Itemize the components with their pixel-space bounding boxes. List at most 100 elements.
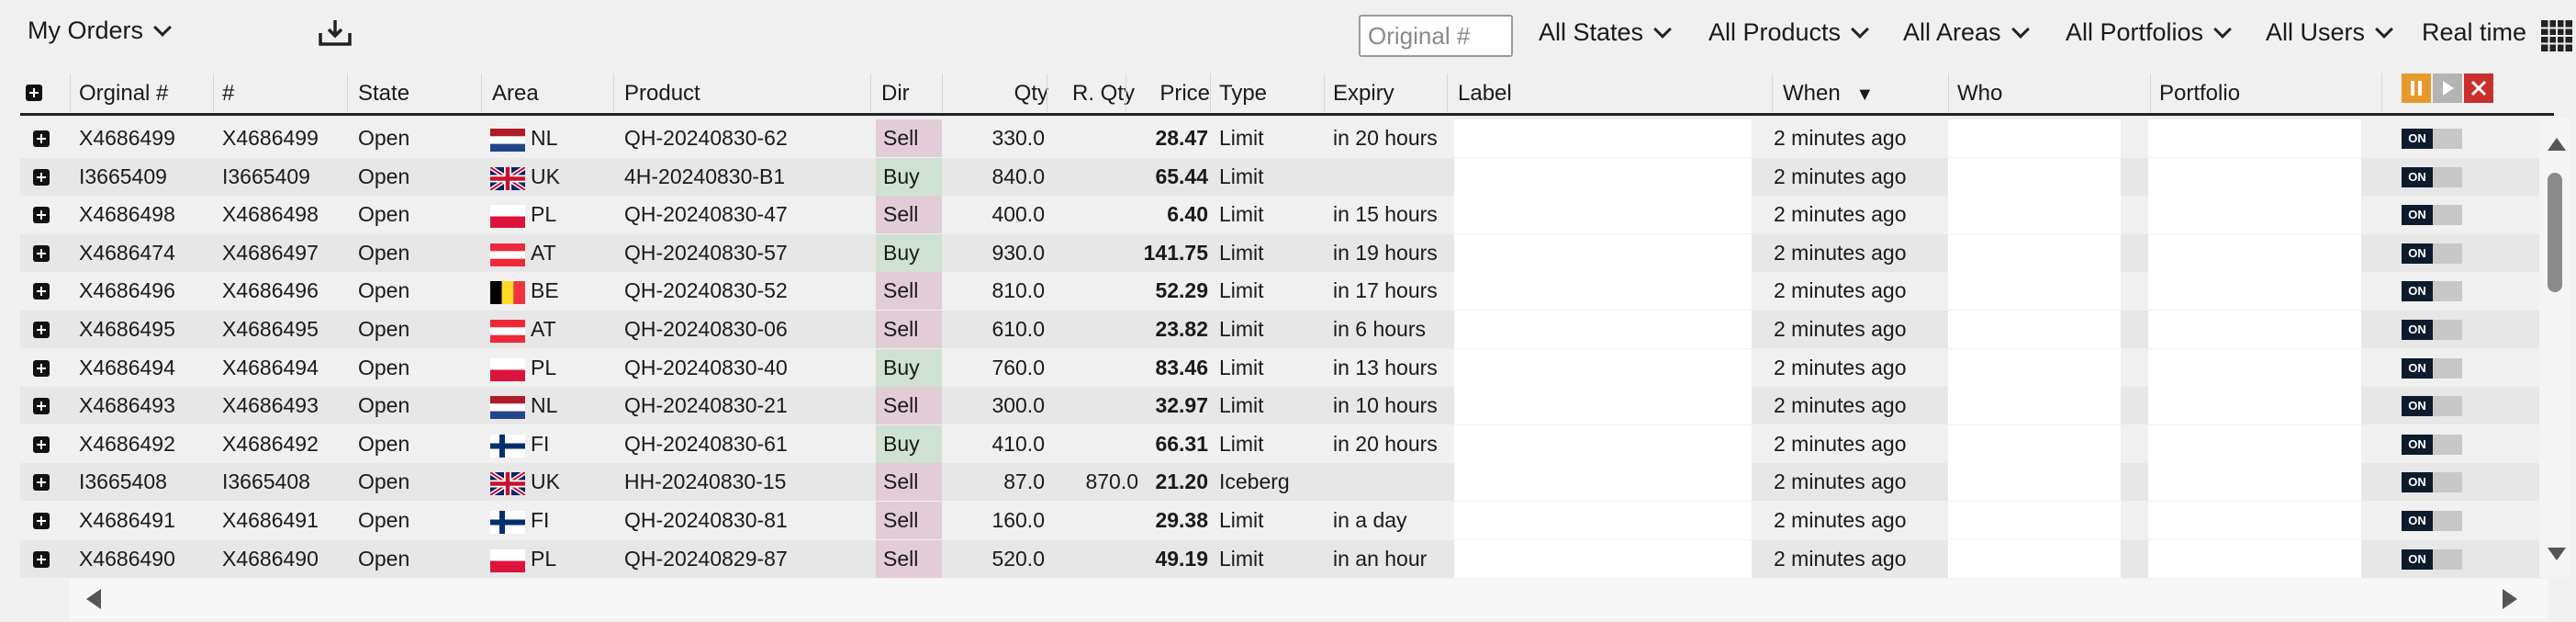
cell-who[interactable] (1948, 196, 2121, 233)
cell-who[interactable] (1948, 311, 2121, 348)
cell-who[interactable] (1948, 349, 2121, 387)
cell-who[interactable] (1948, 463, 2121, 501)
cell-portfolio[interactable] (2148, 502, 2361, 539)
expand-row-icon[interactable] (33, 130, 50, 147)
expand-row-icon[interactable] (33, 360, 50, 377)
users-filter-dropdown[interactable]: All Users (2266, 18, 2393, 47)
active-toggle[interactable]: ON (2402, 167, 2462, 187)
active-toggle[interactable]: ON (2402, 358, 2462, 379)
active-toggle[interactable]: ON (2402, 243, 2462, 264)
table-row[interactable]: X4686496 X4686496 Open BE QH-20240830-52 Sell… (20, 272, 2539, 310)
cell-label[interactable] (1454, 540, 1752, 578)
cell-label[interactable] (1454, 234, 1752, 272)
vertical-scrollbar[interactable] (2539, 118, 2570, 577)
expand-row-icon[interactable] (33, 398, 50, 414)
cell-label[interactable] (1454, 311, 1752, 348)
table-row[interactable]: X4686492 X4686492 Open FI QH-20240830-61 Buy 4… (20, 425, 2539, 463)
cell-label[interactable] (1454, 272, 1752, 310)
col-when[interactable]: When ▼ (1783, 81, 1874, 107)
expand-row-icon[interactable] (33, 513, 50, 529)
scroll-right-icon[interactable] (2503, 589, 2517, 609)
download-icon[interactable] (318, 18, 353, 48)
scroll-left-icon[interactable] (86, 589, 101, 609)
expand-row-icon[interactable] (33, 474, 50, 491)
cell-portfolio[interactable] (2148, 387, 2361, 424)
cell-portfolio[interactable] (2148, 119, 2361, 157)
table-row[interactable]: I3665408 I3665408 Open UK HH-20240830-15 Sell… (20, 463, 2539, 501)
expand-row-icon[interactable] (33, 169, 50, 186)
cell-portfolio[interactable] (2148, 311, 2361, 348)
play-icon[interactable] (2433, 74, 2462, 103)
original-number-search-input[interactable] (1359, 15, 1513, 57)
cell-who[interactable] (1948, 158, 2121, 196)
active-toggle[interactable]: ON (2402, 129, 2462, 149)
cell-who[interactable] (1948, 119, 2121, 157)
cell-label[interactable] (1454, 387, 1752, 424)
table-row[interactable]: X4686491 X4686491 Open FI QH-20240830-81 Sell… (20, 502, 2539, 539)
expand-row-icon[interactable] (33, 207, 50, 223)
active-toggle[interactable]: ON (2402, 435, 2462, 455)
col-expiry[interactable]: Expiry (1333, 81, 1394, 107)
table-row[interactable]: X4686494 X4686494 Open PL QH-20240830-40 Buy 7… (20, 349, 2539, 387)
cell-who[interactable] (1948, 540, 2121, 578)
expand-all-icon[interactable] (26, 85, 42, 101)
grid-view-icon[interactable] (2541, 20, 2572, 51)
cell-portfolio[interactable] (2148, 349, 2361, 387)
active-toggle[interactable]: ON (2402, 396, 2462, 416)
col-type[interactable]: Type (1219, 81, 1267, 107)
active-toggle[interactable]: ON (2402, 281, 2462, 301)
states-filter-dropdown[interactable]: All States (1539, 18, 1672, 47)
expand-row-icon[interactable] (33, 551, 50, 568)
cell-who[interactable] (1948, 425, 2121, 463)
col-rqty[interactable]: R. Qty (1056, 81, 1135, 107)
col-area[interactable]: Area (492, 81, 539, 107)
col-qty[interactable]: Qty (957, 81, 1048, 107)
horizontal-scrollbar[interactable] (70, 579, 2548, 619)
table-row[interactable]: X4686493 X4686493 Open NL QH-20240830-21 Sell… (20, 387, 2539, 424)
cell-label[interactable] (1454, 425, 1752, 463)
expand-row-icon[interactable] (33, 436, 50, 453)
cell-portfolio[interactable] (2148, 463, 2361, 501)
active-toggle[interactable]: ON (2402, 472, 2462, 492)
expand-row-icon[interactable] (33, 245, 50, 262)
cell-portfolio[interactable] (2148, 196, 2361, 233)
cell-label[interactable] (1454, 502, 1752, 539)
portfolios-filter-dropdown[interactable]: All Portfolios (2066, 18, 2232, 47)
col-number[interactable]: # (222, 81, 234, 107)
active-toggle[interactable]: ON (2402, 320, 2462, 340)
cell-who[interactable] (1948, 387, 2121, 424)
scroll-up-icon[interactable] (2548, 138, 2566, 151)
col-label[interactable]: Label (1458, 81, 1512, 107)
table-row[interactable]: X4686499 X4686499 Open NL QH-20240830-62 Sell… (20, 119, 2539, 157)
products-filter-dropdown[interactable]: All Products (1708, 18, 1869, 47)
table-row[interactable]: X4686498 X4686498 Open PL QH-20240830-47 Sell… (20, 196, 2539, 233)
expand-row-icon[interactable] (33, 283, 50, 300)
table-row[interactable]: I3665409 I3665409 Open UK 4H-20240830-B1 Buy 8… (20, 158, 2539, 196)
cell-portfolio[interactable] (2148, 540, 2361, 578)
my-orders-dropdown[interactable]: My Orders (28, 17, 172, 45)
col-original[interactable]: Orginal # (79, 81, 168, 107)
cell-portfolio[interactable] (2148, 158, 2361, 196)
expand-row-icon[interactable] (33, 322, 50, 338)
cell-label[interactable] (1454, 463, 1752, 501)
col-who[interactable]: Who (1957, 81, 2002, 107)
cell-portfolio[interactable] (2148, 234, 2361, 272)
col-product[interactable]: Product (624, 81, 700, 107)
vertical-scroll-thumb[interactable] (2548, 173, 2562, 292)
table-row[interactable]: X4686474 X4686497 Open AT QH-20240830-57 Buy 9… (20, 234, 2539, 272)
cell-who[interactable] (1948, 502, 2121, 539)
col-price[interactable]: Price (1126, 81, 1210, 107)
cell-portfolio[interactable] (2148, 272, 2361, 310)
cell-label[interactable] (1454, 349, 1752, 387)
cell-who[interactable] (1948, 272, 2121, 310)
table-row[interactable]: X4686495 X4686495 Open AT QH-20240830-06 Sell… (20, 311, 2539, 348)
active-toggle[interactable]: ON (2402, 549, 2462, 570)
cell-label[interactable] (1454, 119, 1752, 157)
col-dir[interactable]: Dir (881, 81, 910, 107)
cell-label[interactable] (1454, 196, 1752, 233)
cell-label[interactable] (1454, 158, 1752, 196)
active-toggle[interactable]: ON (2402, 511, 2462, 531)
areas-filter-dropdown[interactable]: All Areas (1903, 18, 2030, 47)
active-toggle[interactable]: ON (2402, 205, 2462, 225)
scroll-down-icon[interactable] (2548, 548, 2566, 560)
